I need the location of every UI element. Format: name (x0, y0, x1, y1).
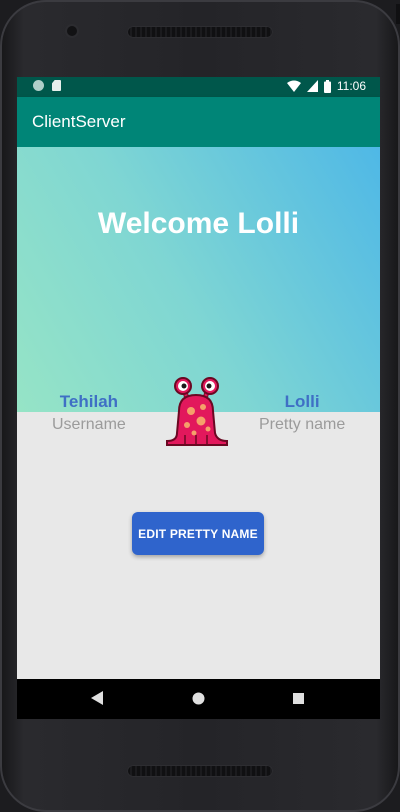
username-block: Tehilah Username (52, 392, 126, 434)
wifi-icon (286, 80, 301, 92)
username-caption: Username (52, 416, 126, 433)
battery-icon (323, 79, 331, 93)
welcome-heading: Welcome Lolli (97, 207, 300, 240)
side-button (396, 4, 400, 24)
status-time: 11:06 (336, 79, 366, 93)
welcome-banner: Welcome Lolli (17, 147, 380, 412)
sd-card-icon (52, 80, 61, 91)
front-camera (67, 26, 77, 36)
pretty-name-caption: Pretty name (259, 416, 346, 433)
app-bar: ClientServer (17, 97, 380, 147)
notification-dot-icon (33, 80, 44, 91)
phone-screen: 11:06 ClientServer Welcome Lolli Tehilah… (17, 77, 380, 719)
username-value: Tehilah (59, 392, 119, 411)
pink-monster-icon (166, 377, 228, 446)
home-icon[interactable] (192, 692, 205, 705)
navigation-bar (17, 679, 380, 719)
app-title: ClientServer (32, 112, 126, 131)
bottom-speaker (127, 765, 273, 777)
top-speaker (127, 26, 273, 38)
pretty-name-block: Lolli Pretty name (259, 392, 345, 434)
status-bar: 11:06 (17, 77, 380, 97)
phone-frame: 11:06 ClientServer Welcome Lolli Tehilah… (0, 0, 400, 812)
pretty-name-value: Lolli (284, 392, 320, 411)
edit-pretty-name-button[interactable]: EDIT PRETTY NAME (132, 512, 264, 555)
back-icon[interactable] (91, 691, 103, 705)
recents-icon[interactable] (293, 693, 304, 704)
signal-icon (306, 80, 318, 92)
